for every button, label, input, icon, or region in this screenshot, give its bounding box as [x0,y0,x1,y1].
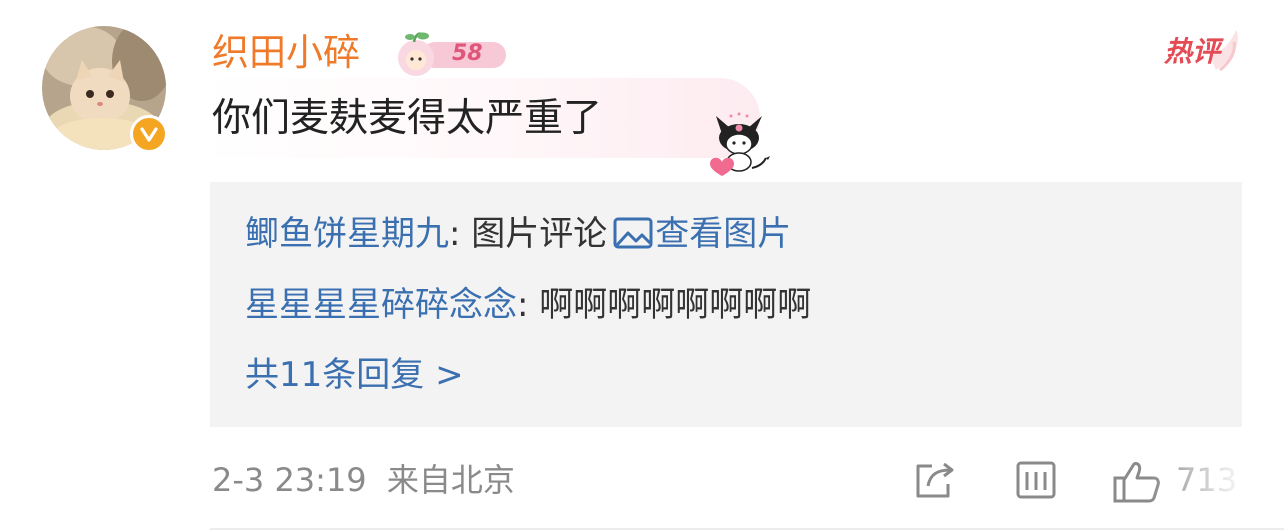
hot-label: 热评 [1164,35,1221,68]
comment-icon [1016,461,1056,499]
username[interactable]: 织田小碎 [212,27,360,79]
share-icon [916,462,954,498]
verified-badge-icon [130,115,168,153]
reply-separator: : [449,214,472,254]
image-icon[interactable] [613,215,653,261]
level-badge: 58 [392,30,510,78]
comment-text: 你们麦麸麦得太严重了 [212,96,603,141]
comment-meta: 2-3 23:19 来自北京 [212,458,515,502]
edge-fade [1150,440,1284,532]
more-replies-link[interactable]: 共11条回复 > [245,352,464,398]
share-button[interactable] [912,460,958,500]
reply-separator: : [517,285,540,325]
reply-text: 啊啊啊啊啊啊啊啊 [539,285,812,325]
reply-username[interactable]: 鲫鱼饼星期九 [245,214,449,254]
timestamp: 2-3 23:19 [212,461,367,499]
reply-item[interactable]: 星星星星碎碎念念: 啊啊啊啊啊啊啊啊 [245,282,811,328]
hot-comment-badge: 热评 [1160,26,1242,76]
kuromi-sticker-icon [700,112,778,180]
location: 来自北京 [386,461,515,499]
reply-item[interactable]: 鲫鱼饼星期九: 图片评论 查看图片 [245,211,791,261]
divider [210,528,1284,530]
level-number: 58 [452,41,483,66]
reply-text: 图片评论 [471,214,608,254]
comment-button[interactable] [1015,460,1057,500]
reply-username[interactable]: 星星星星碎碎念念 [245,285,517,325]
view-image-link[interactable]: 查看图片 [655,214,791,254]
